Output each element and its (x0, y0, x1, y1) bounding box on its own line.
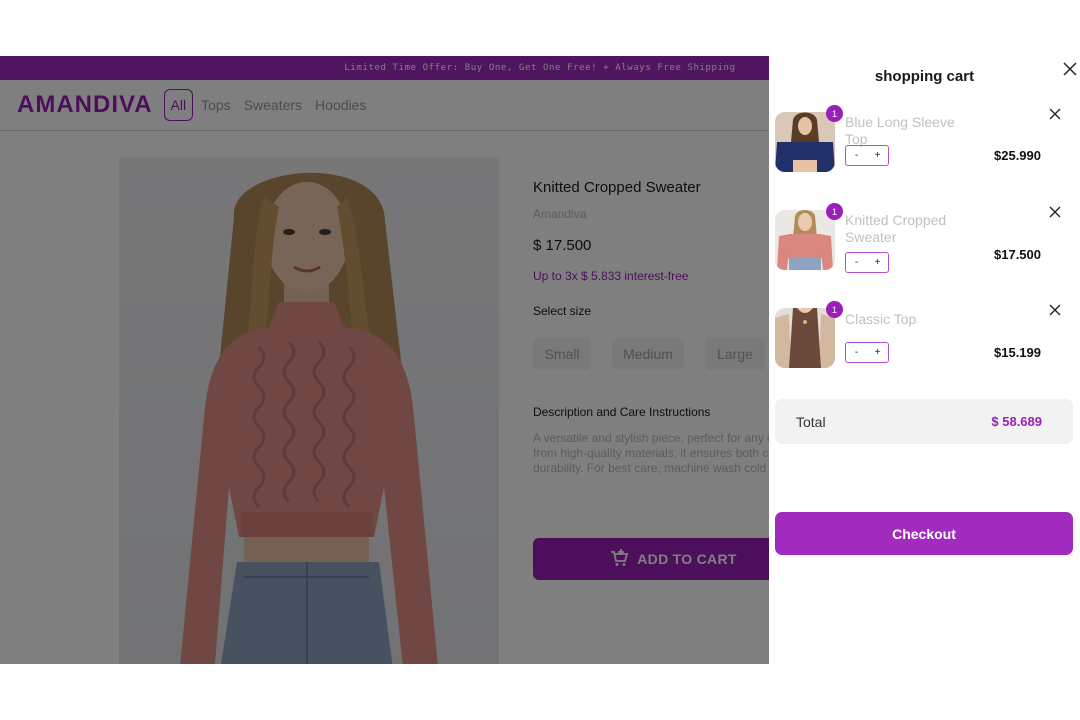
cart-item-price: $17.500 (994, 247, 1041, 262)
cart-item: 1 Blue Long Sleeve Top - + $25.990 (775, 105, 1075, 182)
cart-item-name[interactable]: Classic Top (845, 311, 965, 328)
increment-button[interactable]: + (869, 257, 887, 268)
cart-item-name[interactable]: Blue Long Sleeve Top (845, 114, 965, 148)
quantity-stepper: - + (845, 342, 889, 363)
cart-item-name[interactable]: Knitted Cropped Sweater (845, 212, 965, 246)
cart-item-price: $15.199 (994, 345, 1041, 360)
close-icon[interactable] (1062, 61, 1078, 77)
decrement-button[interactable]: - (848, 347, 866, 358)
remove-item-icon[interactable] (1048, 106, 1062, 120)
checkout-button[interactable]: Checkout (775, 512, 1073, 555)
increment-button[interactable]: + (869, 150, 887, 161)
quantity-badge: 1 (826, 301, 843, 318)
remove-item-icon[interactable] (1048, 204, 1062, 218)
page-viewport: Limited Time Offer: Buy One, Get One Fre… (0, 56, 1080, 664)
increment-button[interactable]: + (869, 347, 887, 358)
total-value: $ 58.689 (991, 414, 1042, 429)
cart-item-image (775, 308, 835, 368)
cart-total: Total $ 58.689 (775, 399, 1073, 444)
cart-item-price: $25.990 (994, 148, 1041, 163)
cart-title: shopping cart (874, 68, 975, 85)
quantity-badge: 1 (826, 105, 843, 122)
quantity-badge: 1 (826, 203, 843, 220)
quantity-stepper: - + (845, 145, 889, 166)
total-label: Total (796, 413, 826, 430)
quantity-stepper: - + (845, 252, 889, 273)
cart-item: 1 Knitted Cropped Sweater - + $17.500 (775, 203, 1075, 280)
cart-item: 1 Classic Top - + $15.199 (775, 301, 1075, 378)
cart-item-image (775, 112, 835, 172)
cart-drawer: shopping cart 1 Blue Long Sleeve Top - +… (769, 56, 1080, 664)
decrement-button[interactable]: - (848, 150, 866, 161)
remove-item-icon[interactable] (1048, 302, 1062, 316)
decrement-button[interactable]: - (848, 257, 866, 268)
cart-item-image (775, 210, 835, 270)
